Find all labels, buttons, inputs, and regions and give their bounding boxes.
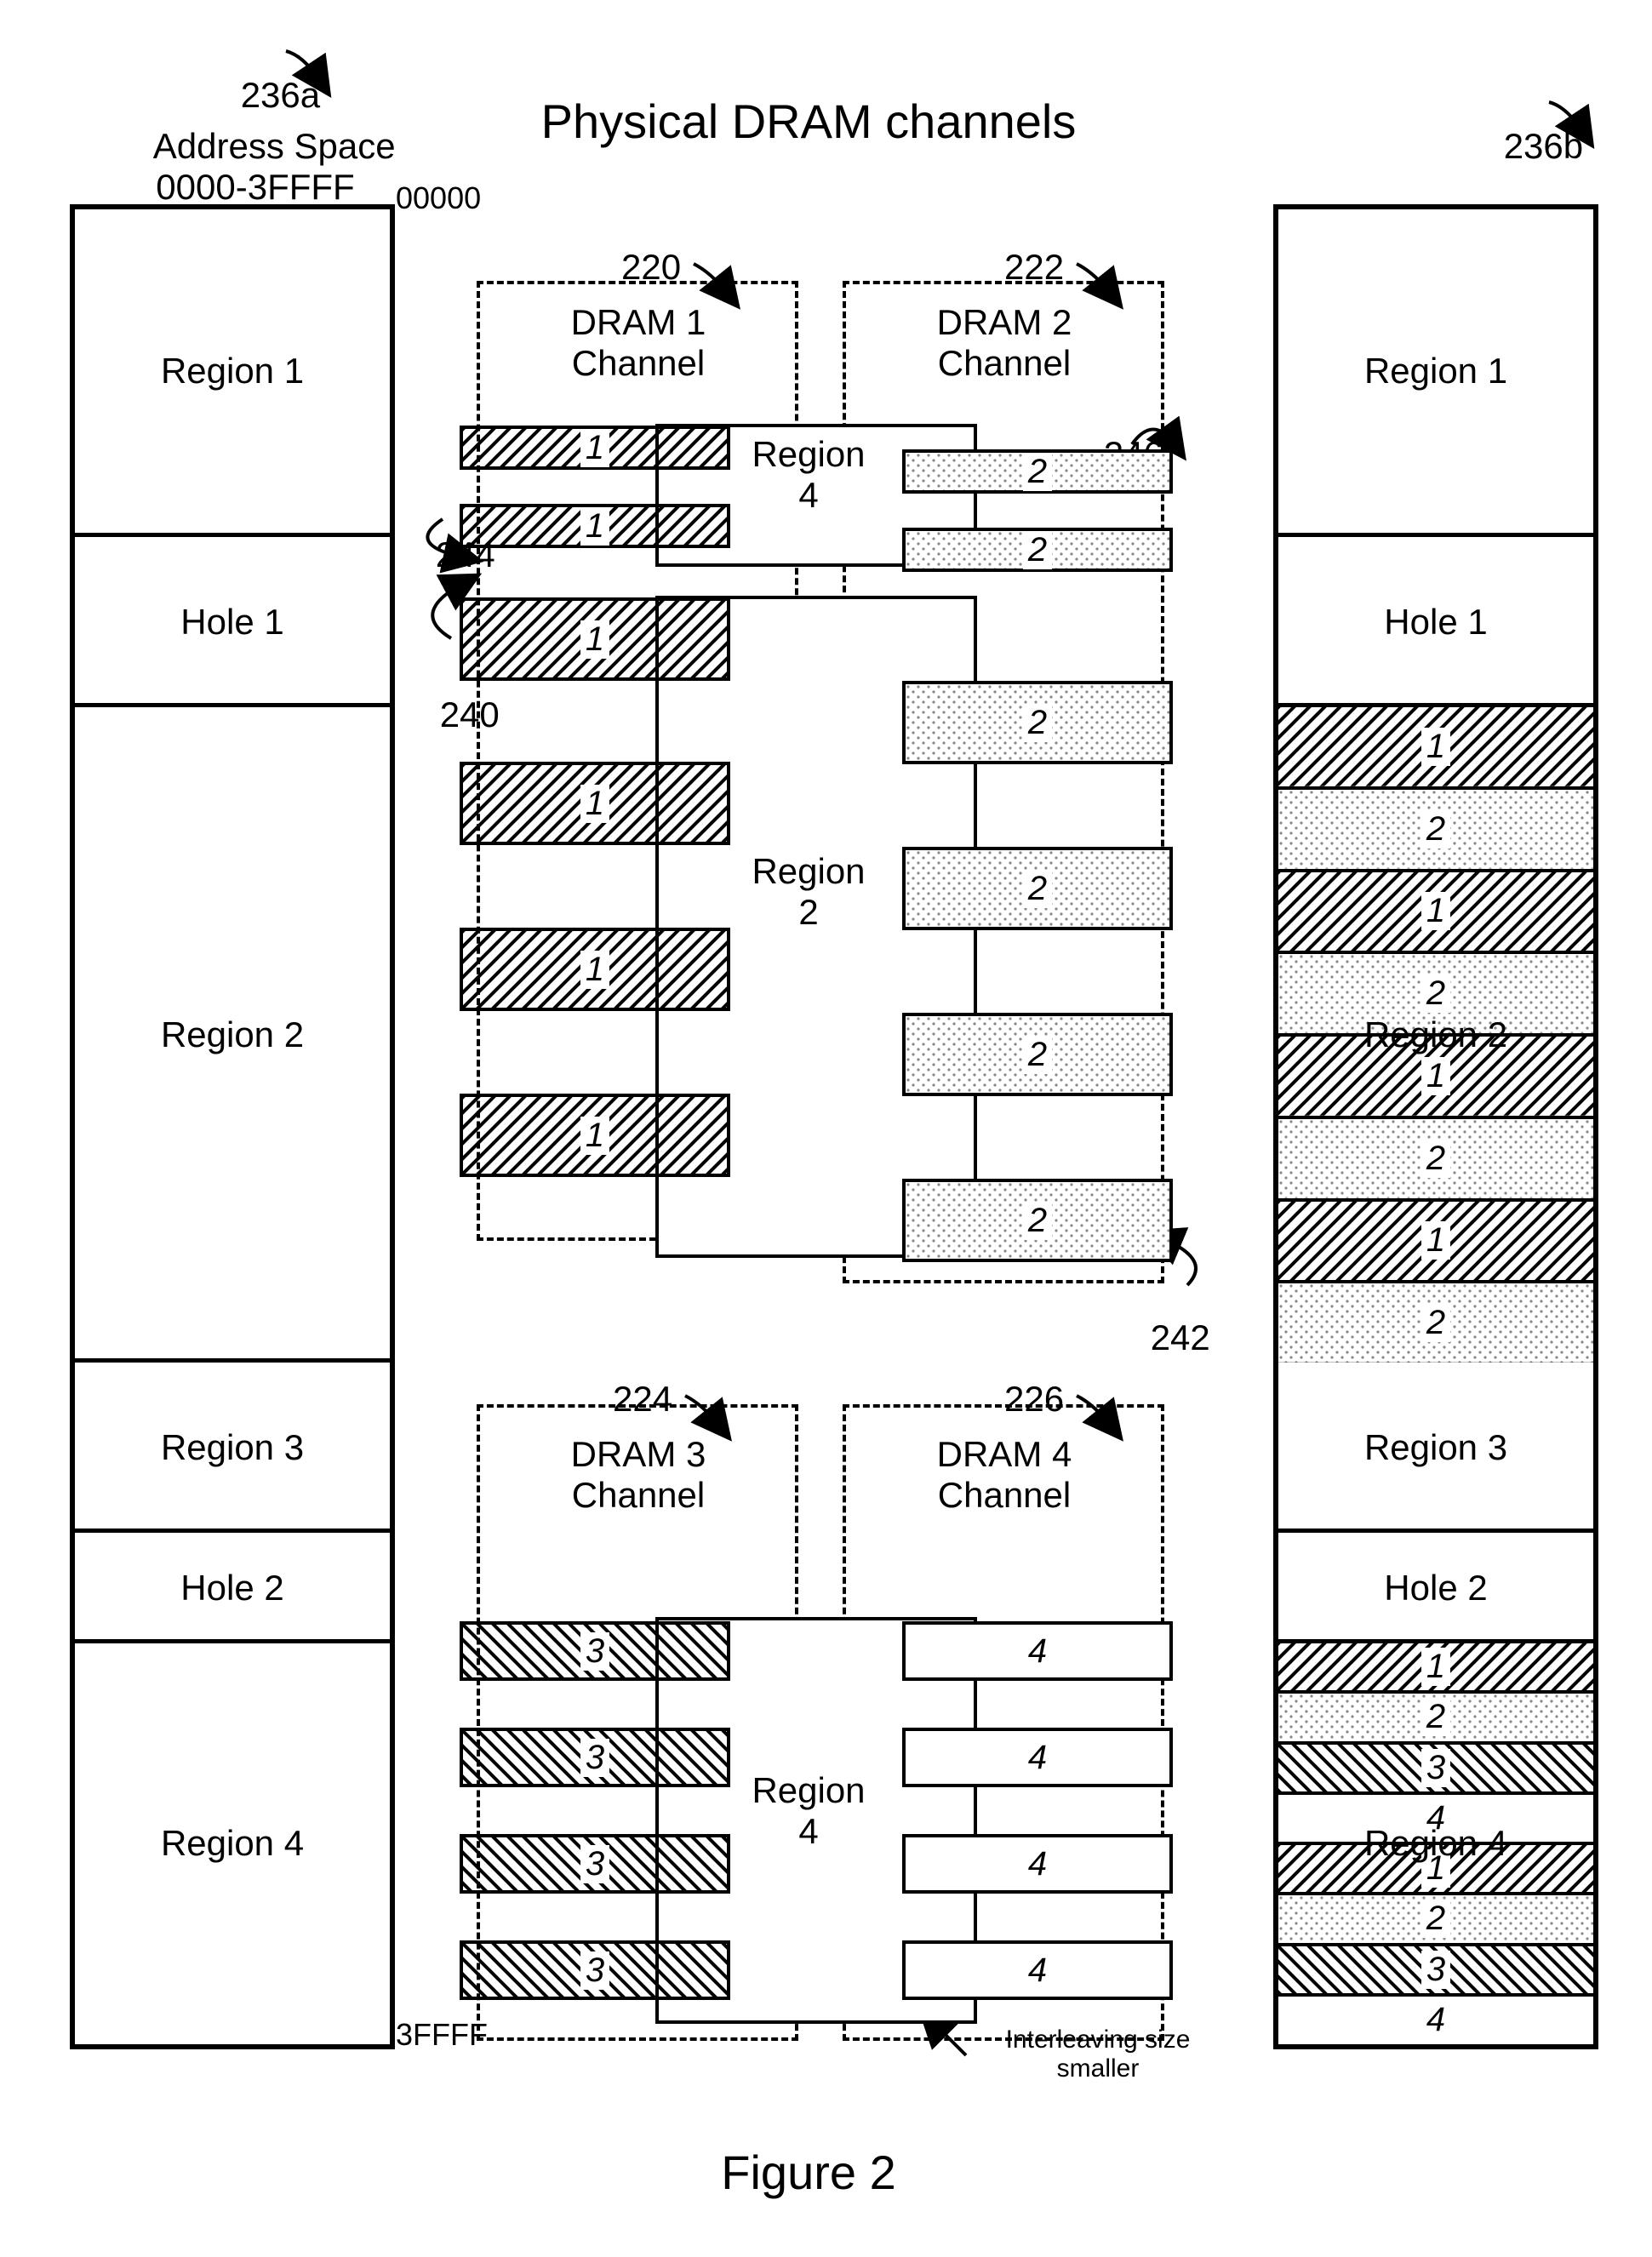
d2-big-bar-3: 2 [902,1013,1173,1096]
addr-top: 00000 [396,180,481,216]
d2-big-bar-4: 2 [902,1179,1173,1262]
right-hole1: Hole 1 [1278,533,1593,707]
region2-label: Region2 [698,851,919,933]
left-region2: Region 2 [75,703,390,1363]
d4-bar-1: 4 [902,1621,1173,1681]
figure-caption: Figure 2 [596,2145,1021,2200]
right-hole2: Hole 2 [1278,1528,1593,1643]
region4-bottom-label: Region4 [698,1770,919,1852]
title: Physical DRAM channels [485,94,1132,149]
left-hole1: Hole 1 [75,533,390,707]
addr-bottom: 3FFFF [396,2017,488,2053]
d2-big-bar-1: 2 [902,681,1173,764]
d4-bar-4: 4 [902,1940,1173,2000]
diagram-canvas: 236a Address Space0000-3FFFF Physical DR… [0,0,1652,2257]
d2-big-bar-2: 2 [902,847,1173,930]
right-region4-block: Region 4 1 2 3 4 1 2 3 4 [1278,1639,1593,2043]
address-space-right: Region 1 Hole 1 Region 2 1 2 1 2 1 2 1 2… [1273,204,1598,2049]
right-region4-label: Region 4 [1364,1823,1507,1864]
right-region1: Region 1 [1278,209,1593,533]
d3-bar-3: 3 [460,1834,730,1894]
d1-big-bar-3: 1 [460,928,730,1011]
right-region3: Region 3 [1278,1358,1593,1533]
right-region2-label: Region 2 [1364,1014,1507,1055]
left-hole2: Hole 2 [75,1528,390,1643]
d4-bar-3: 4 [902,1834,1173,1894]
callout-220: 220 [621,247,681,369]
d1-thin-bar-1: 1 [460,426,730,470]
callout-222: 222 [1004,247,1064,369]
left-region1: Region 1 [75,209,390,533]
d3-bar-1: 3 [460,1621,730,1681]
d1-big-bar-1: 1 [460,597,730,681]
address-space-left: Region 1 Hole 1 Region 2 Region 3 Hole 2… [70,204,395,2049]
d1-big-bar-4: 1 [460,1094,730,1177]
d1-thin-bar-2: 1 [460,504,730,548]
left-region3: Region 3 [75,1358,390,1533]
d2-thin-bar-1: 2 [902,449,1173,494]
callout-224: 224 [613,1379,672,1501]
d1-big-bar-2: 1 [460,762,730,845]
left-region4: Region 4 [75,1639,390,2043]
right-region2-block: Region 2 1 2 1 2 1 2 1 2 [1278,703,1593,1363]
callout-226: 226 [1004,1379,1064,1501]
d3-bar-4: 3 [460,1940,730,2000]
region4-top-label: Region4 [698,434,919,516]
d2-thin-bar-2: 2 [902,528,1173,572]
d4-bar-2: 4 [902,1728,1173,1787]
d3-bar-2: 3 [460,1728,730,1787]
note-interleave: Interleaving sizesmaller [962,2026,1234,2083]
